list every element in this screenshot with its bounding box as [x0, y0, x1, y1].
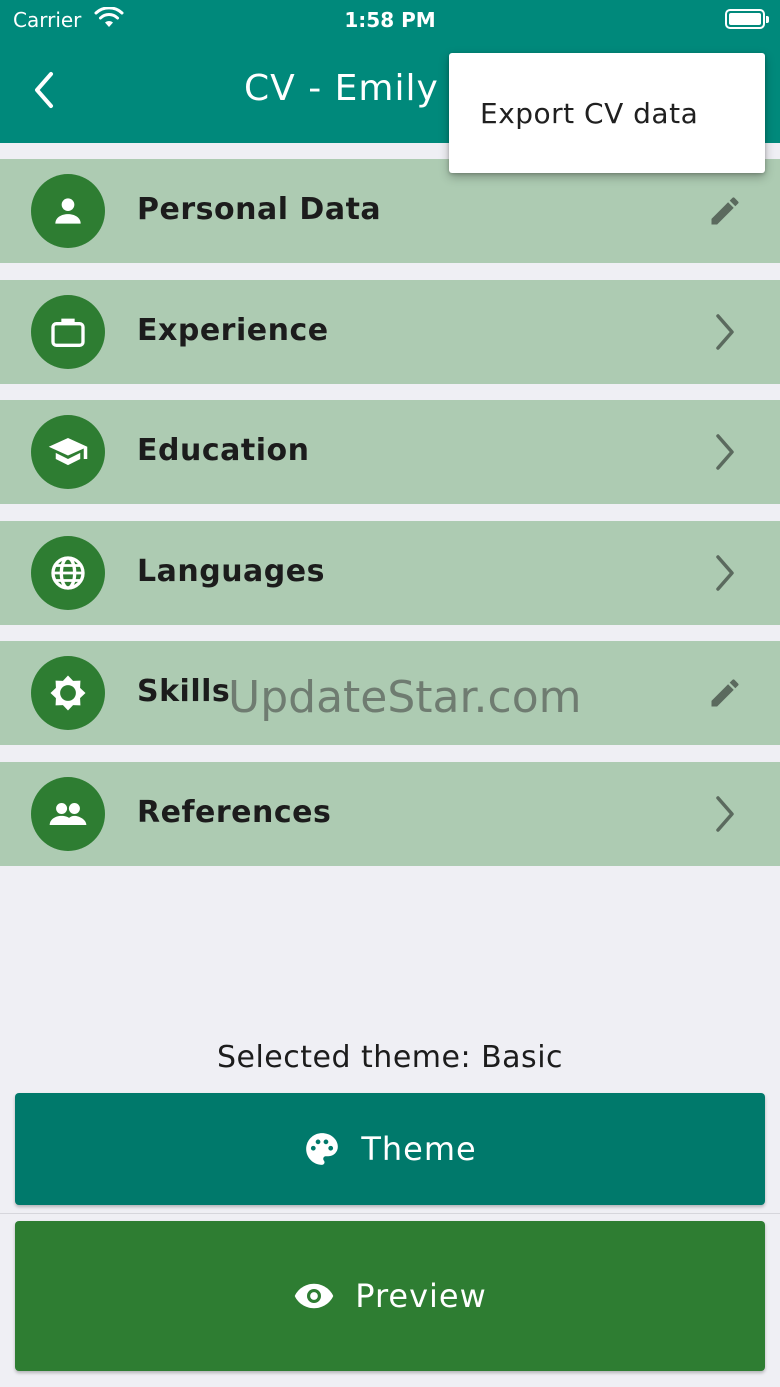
selected-theme-caption: Selected theme: Basic — [216, 1040, 564, 1075]
brightness-icon — [31, 656, 105, 730]
section-row-experience[interactable]: Experience — [0, 280, 780, 384]
overflow-menu: Export CV data — [449, 53, 765, 173]
preview-button[interactable]: Preview — [15, 1221, 765, 1371]
menu-item-export-cv-data[interactable]: Export CV data — [449, 53, 765, 173]
pencil-icon[interactable] — [700, 668, 750, 718]
briefcase-icon — [31, 295, 105, 369]
people-icon — [31, 777, 105, 851]
section-label: Skills — [137, 674, 231, 709]
chevron-right-icon[interactable] — [700, 789, 750, 839]
status-time: 1:58 PM — [344, 8, 436, 32]
chevron-left-icon — [35, 72, 53, 108]
status-bar: Carrier 1:58 PM — [0, 0, 780, 40]
preview-button-label: Preview — [355, 1277, 487, 1315]
theme-button-label: Theme — [361, 1130, 477, 1168]
theme-button[interactable]: Theme — [15, 1093, 765, 1205]
globe-icon — [31, 536, 105, 610]
section-row-personal-data[interactable]: Personal Data — [0, 159, 780, 263]
page-title: CV - Emily I — [244, 68, 463, 109]
chevron-right-icon[interactable] — [700, 427, 750, 477]
section-label: Languages — [137, 554, 325, 589]
divider — [0, 1213, 780, 1214]
person-icon — [31, 174, 105, 248]
chevron-right-icon[interactable] — [700, 548, 750, 598]
section-row-education[interactable]: Education — [0, 400, 780, 504]
section-row-skills[interactable]: Skills — [0, 641, 780, 745]
graduation-cap-icon — [31, 415, 105, 489]
section-row-references[interactable]: References — [0, 762, 780, 866]
section-label: Education — [137, 433, 310, 468]
palette-icon — [303, 1130, 341, 1168]
section-label: Personal Data — [137, 192, 382, 227]
eye-icon — [293, 1275, 335, 1317]
section-label: Experience — [137, 313, 329, 348]
back-button[interactable] — [16, 62, 72, 118]
pencil-icon[interactable] — [700, 186, 750, 236]
battery-icon — [725, 9, 769, 29]
chevron-right-icon[interactable] — [700, 307, 750, 357]
section-row-languages[interactable]: Languages — [0, 521, 780, 625]
section-label: References — [137, 795, 332, 830]
